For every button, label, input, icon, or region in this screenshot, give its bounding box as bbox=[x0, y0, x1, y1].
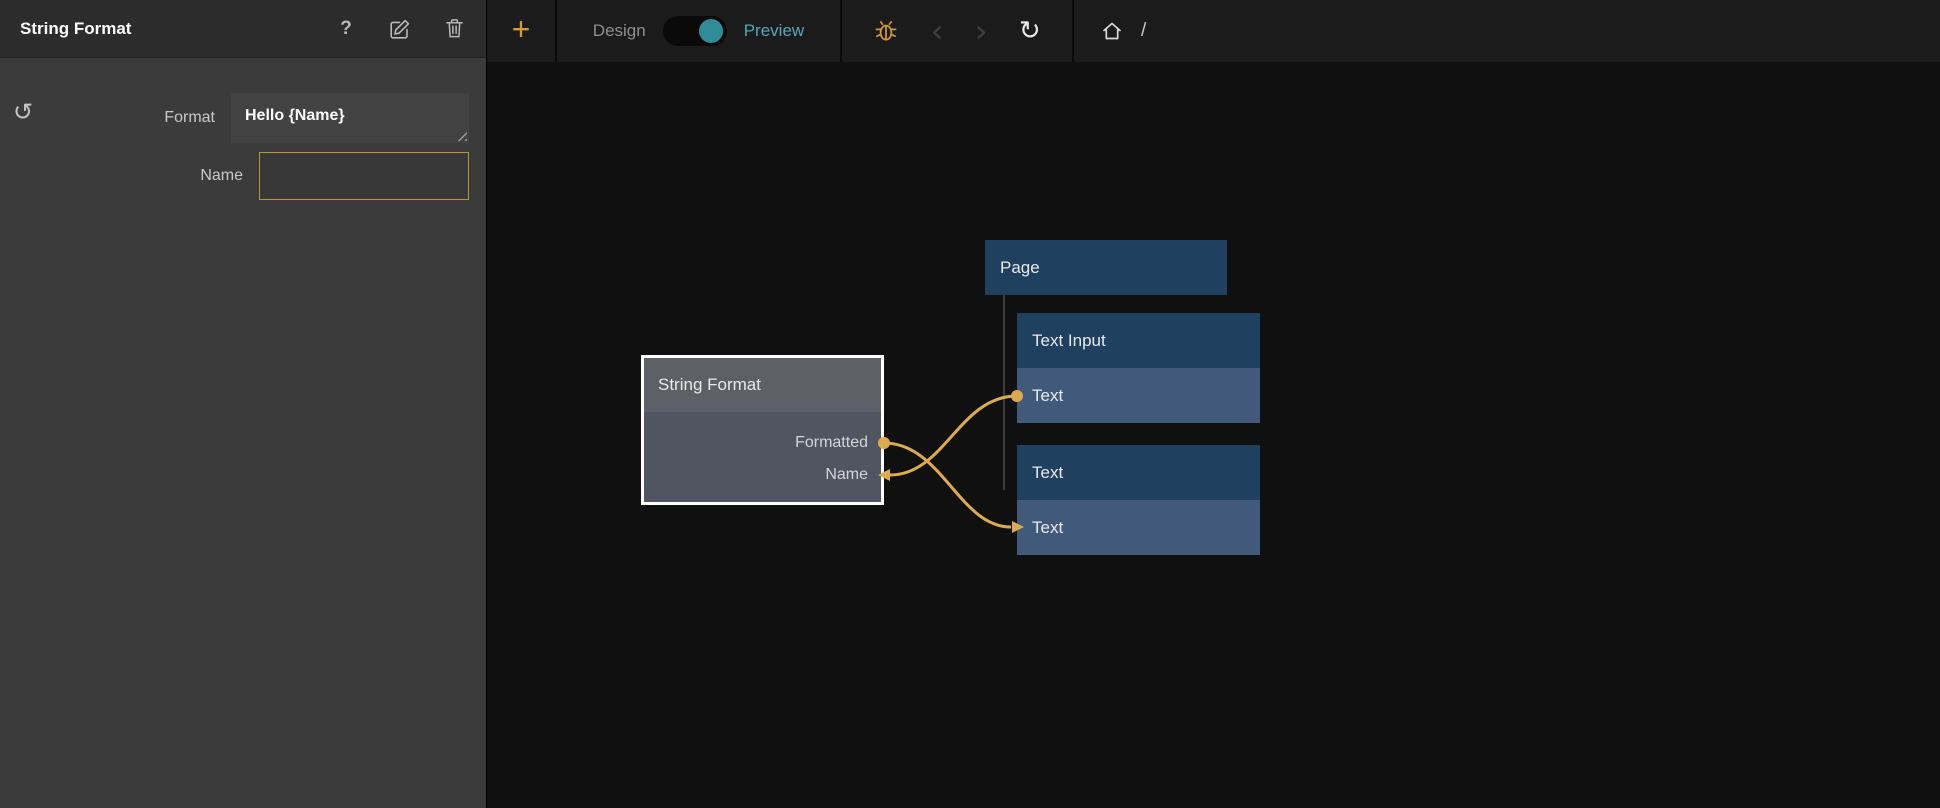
bug-icon bbox=[873, 18, 899, 44]
node-text-input-title: Text Input bbox=[1017, 313, 1260, 368]
toolbar-add-section: + bbox=[487, 0, 555, 62]
format-label: Format bbox=[164, 109, 215, 127]
edit-icon bbox=[389, 18, 411, 40]
chevron-left-icon: ‹ bbox=[931, 15, 944, 47]
panel-header: String Format ? bbox=[0, 0, 486, 58]
port-name-input[interactable]: Name bbox=[644, 459, 881, 491]
port-label: Name bbox=[825, 466, 868, 484]
name-property-row: Name bbox=[0, 152, 486, 200]
rename-button[interactable] bbox=[388, 17, 412, 41]
chevron-right-icon: › bbox=[975, 15, 988, 47]
reset-icon: ↺ bbox=[13, 98, 33, 126]
name-input[interactable] bbox=[259, 152, 469, 200]
toggle-knob-icon bbox=[699, 19, 723, 43]
main-area: + Design Preview bbox=[487, 0, 1940, 808]
connection-formatted-to-text[interactable] bbox=[884, 443, 1011, 527]
help-button[interactable]: ? bbox=[334, 17, 358, 41]
breadcrumb-path: / bbox=[1141, 20, 1146, 42]
debug-button[interactable] bbox=[873, 18, 899, 44]
connection-textoutput-to-name[interactable] bbox=[890, 396, 1017, 475]
node-string-format-title: String Format bbox=[644, 358, 881, 412]
node-string-format[interactable]: String Format Formatted Name bbox=[641, 355, 884, 505]
node-text-input[interactable]: Text Input Text bbox=[1017, 313, 1260, 423]
home-button[interactable] bbox=[1100, 19, 1124, 43]
reset-button[interactable]: ↺ bbox=[13, 100, 33, 125]
home-icon bbox=[1100, 19, 1124, 43]
panel-actions: ? bbox=[334, 17, 466, 41]
toolbar-path-section: / bbox=[1074, 0, 1940, 62]
delete-button[interactable] bbox=[442, 17, 466, 41]
node-page[interactable]: Page bbox=[985, 240, 1227, 295]
format-input[interactable]: Hello {Name} bbox=[231, 93, 469, 143]
preview-mode-label[interactable]: Preview bbox=[744, 21, 804, 41]
forward-button[interactable]: › bbox=[975, 15, 988, 47]
app-window: String Format ? bbox=[0, 0, 1940, 808]
node-canvas[interactable]: Page Text Input Text Text Text String Fo… bbox=[487, 62, 1940, 808]
port-label: Text bbox=[1032, 386, 1063, 406]
add-node-button[interactable]: + bbox=[512, 13, 531, 49]
port-label: Text bbox=[1032, 518, 1063, 538]
panel-title: String Format bbox=[20, 19, 334, 39]
name-label: Name bbox=[200, 167, 243, 185]
back-button[interactable]: ‹ bbox=[931, 15, 944, 47]
node-text[interactable]: Text Text bbox=[1017, 445, 1260, 555]
toolbar: + Design Preview bbox=[487, 0, 1940, 62]
refresh-icon: ↻ bbox=[1019, 18, 1041, 44]
trash-icon bbox=[444, 17, 465, 40]
panel-body: ↺ Format Hello {Name} Name bbox=[0, 58, 486, 808]
refresh-button[interactable]: ↻ bbox=[1019, 18, 1041, 44]
design-mode-label[interactable]: Design bbox=[593, 21, 646, 41]
format-input-wrap: Hello {Name} bbox=[231, 93, 469, 143]
node-text-title: Text bbox=[1017, 445, 1260, 500]
design-preview-toggle[interactable] bbox=[663, 16, 727, 46]
port-formatted-output[interactable]: Formatted bbox=[644, 427, 881, 459]
toolbar-mode-section: Design Preview bbox=[557, 0, 840, 62]
string-format-ports: Formatted Name bbox=[644, 412, 881, 491]
port-row-text-input[interactable]: Text bbox=[1017, 500, 1260, 555]
port-row-text-output[interactable]: Text bbox=[1017, 368, 1260, 423]
port-label: Formatted bbox=[795, 434, 868, 452]
node-page-title: Page bbox=[985, 240, 1227, 295]
property-panel: String Format ? bbox=[0, 0, 487, 808]
format-property-row: Format Hello {Name} bbox=[0, 93, 486, 143]
help-icon: ? bbox=[340, 18, 352, 40]
toolbar-nav-section: ‹ › ↻ bbox=[842, 0, 1072, 62]
